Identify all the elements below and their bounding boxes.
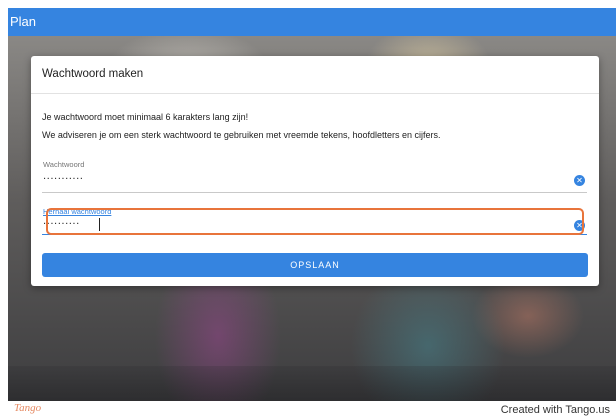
info-text-min-length: Je wachtwoord moet minimaal 6 karakters … — [42, 112, 249, 122]
password-input[interactable]: ··········· — [43, 174, 83, 185]
dialog-title: Wachtwoord maken — [42, 68, 144, 80]
focus-highlight-box — [46, 208, 584, 235]
footer-credit: Created with Tango.us — [500, 404, 610, 416]
info-text-advice: We adviseren je om een sterk wachtwoord … — [42, 130, 441, 140]
background-floor — [8, 366, 616, 401]
clear-password-icon[interactable]: ✕ — [574, 175, 585, 186]
tango-logo: Tango — [14, 402, 42, 414]
password-underline — [42, 192, 587, 193]
dialog-divider — [31, 93, 599, 94]
app-window: Plan Wachtwoord maken Je wachtwoord moet… — [8, 8, 616, 401]
create-password-dialog: Wachtwoord maken Je wachtwoord moet mini… — [31, 56, 599, 286]
password-field[interactable]: Wachtwoord ··········· ✕ — [42, 154, 587, 194]
password-label: Wachtwoord — [43, 160, 85, 169]
app-bar: Plan — [8, 8, 616, 36]
app-title: Plan — [10, 14, 37, 29]
save-button[interactable]: OPSLAAN — [42, 253, 588, 277]
